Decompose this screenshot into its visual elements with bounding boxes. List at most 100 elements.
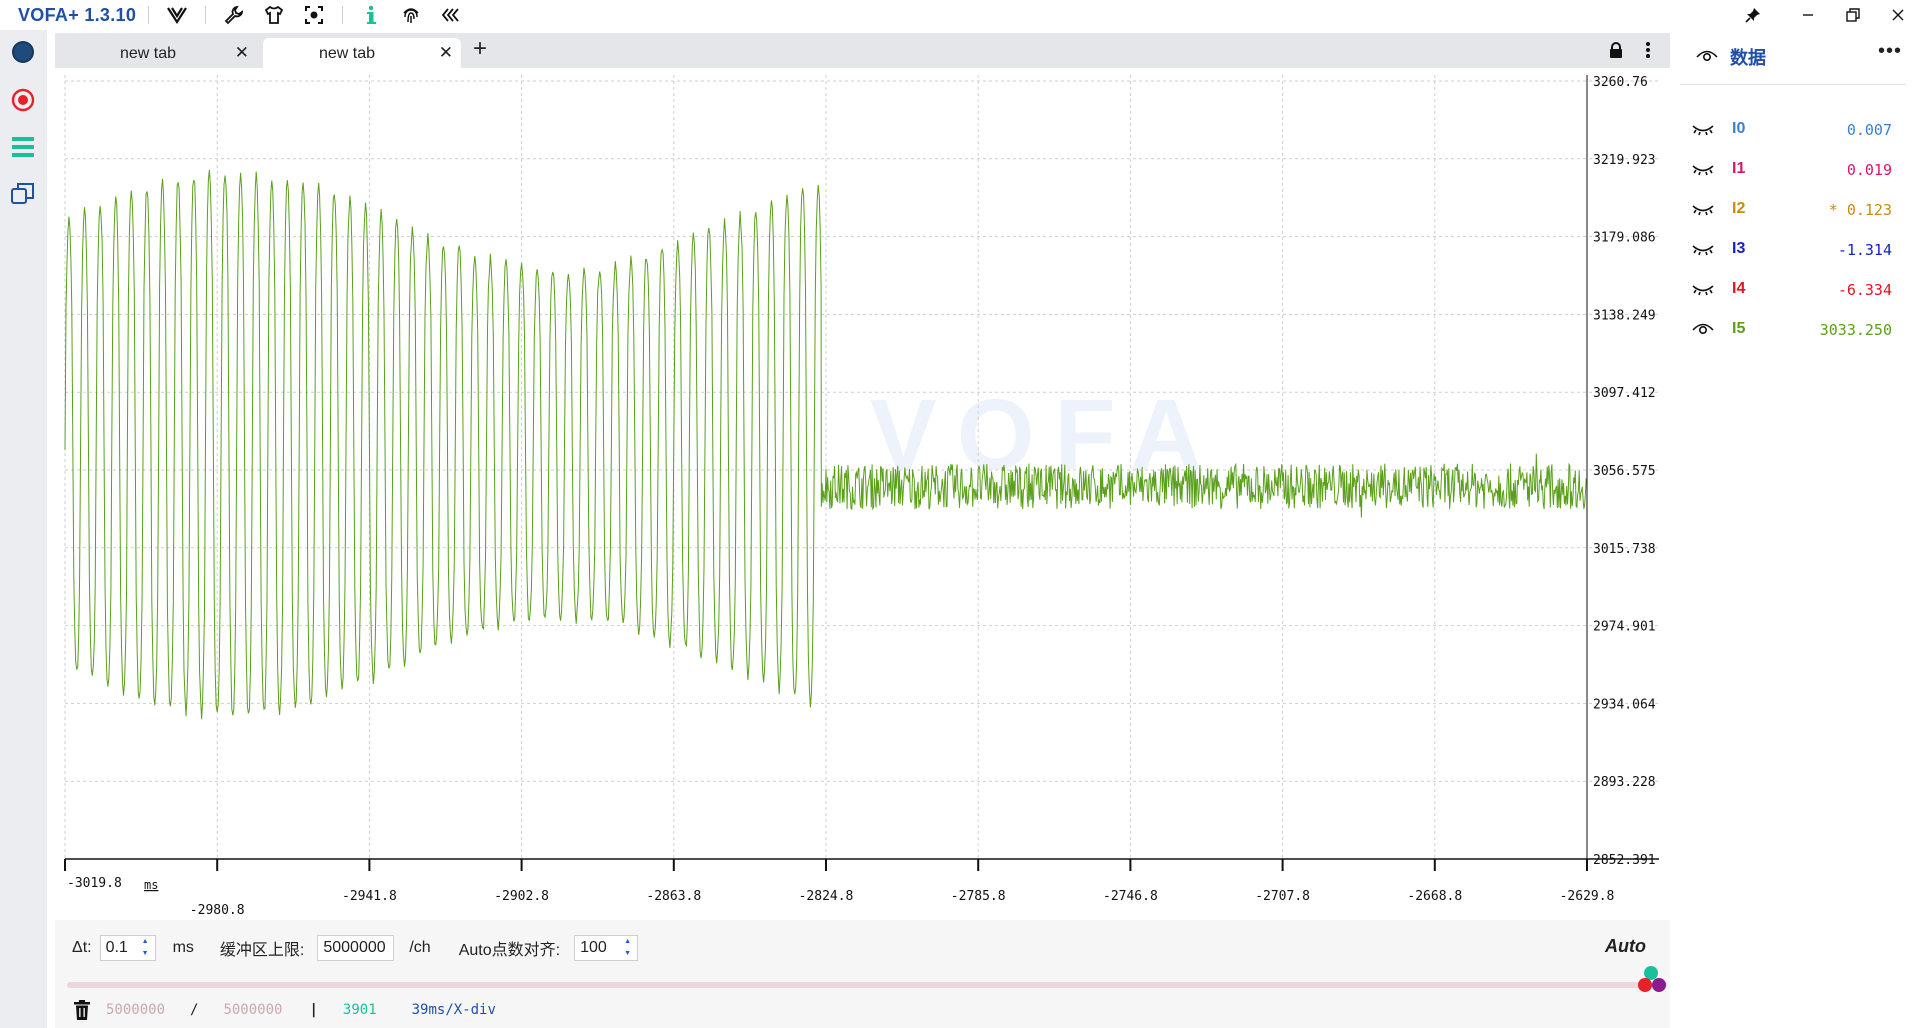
tab-close-icon[interactable]: ✕ (235, 43, 249, 63)
channel-row-i0[interactable]: I0 0.007 (1670, 109, 1920, 149)
eye-closed-icon[interactable] (1692, 119, 1716, 139)
collapse-left-icon[interactable] (431, 0, 471, 30)
channel-name: I2 (1732, 200, 1746, 217)
channel-row-i4[interactable]: I4 -6.334 (1670, 269, 1920, 309)
buffer-label: 缓冲区上限: (219, 942, 305, 959)
eye-closed-icon[interactable] (1692, 239, 1716, 259)
x-tick-label: -2980.8 (190, 903, 245, 918)
menu-lines-icon[interactable] (8, 132, 38, 162)
buffer-unit: /ch (409, 939, 431, 956)
tab-label: new tab (319, 45, 376, 62)
app-title: VOFA+ 1.3.10 (18, 4, 137, 25)
channel-row-i2[interactable]: I2 * 0.123 (1670, 189, 1920, 229)
tab-bar: new tab ✕ new tab ✕ + (55, 33, 1670, 68)
y-tick-label: 3179.086 (1593, 231, 1656, 246)
status-separator: | (309, 1002, 318, 1018)
channel-name: I4 (1732, 280, 1746, 297)
close-icon[interactable] (1875, 0, 1920, 30)
auto-align-spinbox[interactable]: 100 ▲ ▼ (574, 935, 639, 961)
channel-row-i3[interactable]: I3 -1.314 (1670, 229, 1920, 269)
x-tick-label: -2707.8 (1255, 889, 1310, 904)
x-division: 39ms/X-div (411, 1002, 496, 1018)
data-panel-header: 数据 ••• (1670, 30, 1920, 80)
y-tick-label: 3219.923 (1593, 153, 1656, 168)
window-controls (1730, 0, 1920, 30)
channel-value: 0.007 (1846, 121, 1892, 139)
y-tick-label: 2852.391 (1593, 853, 1656, 868)
lock-icon[interactable] (1606, 39, 1626, 61)
y-tick-label: 2974.901 (1593, 620, 1656, 635)
title-divider (342, 6, 344, 24)
left-sidebar (0, 30, 47, 1028)
connect-status-icon[interactable] (8, 37, 38, 67)
point-count: 3901 (342, 1002, 377, 1018)
tab-2[interactable]: new tab ✕ (263, 38, 461, 68)
buffer-count: 5000000 (106, 1002, 166, 1018)
trash-icon[interactable] (73, 1000, 91, 1020)
channel-row-i1[interactable]: I1 0.019 (1670, 149, 1920, 189)
y-tick-label: 3015.738 (1593, 542, 1656, 557)
dt-spinbox[interactable]: 0.1 ▲ ▼ (99, 935, 156, 961)
add-tab-icon[interactable]: + (467, 37, 493, 63)
eye-icon[interactable] (1692, 319, 1716, 339)
shirt-icon[interactable] (254, 0, 294, 30)
channel-name: I1 (1732, 160, 1746, 177)
x-tick-label: -2824.8 (799, 889, 854, 904)
eye-closed-icon[interactable] (1692, 279, 1716, 299)
tab-close-icon[interactable]: ✕ (439, 43, 453, 63)
dt-value: 0.1 (105, 939, 128, 956)
title-bar: VOFA+ 1.3.10 (0, 0, 1920, 30)
info-icon[interactable] (351, 0, 391, 30)
pin-icon[interactable] (1730, 0, 1775, 30)
time-range-slider[interactable] (67, 982, 1667, 988)
y-tick-label: 2934.064 (1593, 697, 1656, 712)
data-panel-title: 数据 (1730, 48, 1766, 68)
more-vert-icon[interactable] (1638, 39, 1658, 61)
eye-closed-icon[interactable] (1692, 159, 1716, 179)
x-tick-label: -2629.8 (1560, 889, 1615, 904)
channel-row-i5[interactable]: I5 3033.250 (1670, 309, 1920, 349)
slider-handle-purple[interactable] (1652, 978, 1666, 992)
tab-1[interactable]: new tab ✕ (57, 38, 257, 68)
channel-name: I5 (1732, 320, 1746, 337)
windows-icon[interactable] (8, 178, 38, 208)
tab-label: new tab (120, 45, 177, 62)
data-panel-divider (1680, 84, 1906, 85)
channel-value: * 0.123 (1828, 201, 1892, 219)
minimize-icon[interactable] (1785, 0, 1830, 30)
title-divider (148, 6, 150, 24)
screenshot-icon[interactable] (294, 0, 334, 30)
buffer-capacity: 5000000 (223, 1002, 283, 1018)
eye-icon[interactable] (1696, 46, 1718, 69)
count-slash: / (190, 1002, 199, 1018)
vofa-logo-icon[interactable] (157, 0, 197, 30)
slider-handle-red[interactable] (1638, 978, 1652, 992)
spin-arrows-icon[interactable]: ▲ ▼ (142, 938, 152, 958)
wrench-icon[interactable] (214, 0, 254, 30)
auto-align-value: 100 (580, 939, 607, 956)
waveform-plot[interactable]: VOFA 3260.76 3219.923 3179.086 3138.249 3097… (55, 68, 1670, 920)
y-tick-label: 3056.575 (1593, 464, 1656, 479)
channel-value: 0.019 (1846, 161, 1892, 179)
auto-align-label: Auto点数对齐: (458, 942, 561, 959)
fingerprint-icon[interactable] (391, 0, 431, 30)
x-tick-label: -2746.8 (1103, 889, 1158, 904)
auto-scale-button[interactable]: Auto (1605, 936, 1646, 957)
x-tick-label: -2668.8 (1407, 889, 1462, 904)
y-tick-label: 3138.249 (1593, 308, 1656, 323)
more-horiz-icon[interactable]: ••• (1878, 40, 1902, 63)
controls-row: Δt: 0.1 ▲ ▼ ms 缓冲区上限: 5000000 /ch Auto点数对… (72, 934, 639, 962)
y-tick-label: 3097.412 (1593, 386, 1656, 401)
bottom-panel: Δt: 0.1 ▲ ▼ ms 缓冲区上限: 5000000 /ch Auto点数对… (55, 920, 1670, 1028)
plot-canvas[interactable]: 3260.76 3219.923 3179.086 3138.249 3097.412 3… (55, 68, 1670, 920)
restore-icon[interactable] (1830, 0, 1875, 30)
buffer-limit-input[interactable]: 5000000 (317, 935, 395, 961)
spin-arrows-icon[interactable]: ▲ ▼ (624, 938, 634, 958)
channel-value: -1.314 (1837, 241, 1892, 259)
data-panel: 数据 ••• I0 0.007 I1 0.019 I2 * 0.123 I3 -1.314 I4… (1670, 30, 1920, 1028)
channel-name: I0 (1732, 120, 1746, 137)
buffer-value: 5000000 (323, 939, 386, 956)
eye-closed-icon[interactable] (1692, 199, 1716, 219)
y-tick-label: 2893.228 (1593, 775, 1656, 790)
record-icon[interactable] (8, 85, 38, 115)
